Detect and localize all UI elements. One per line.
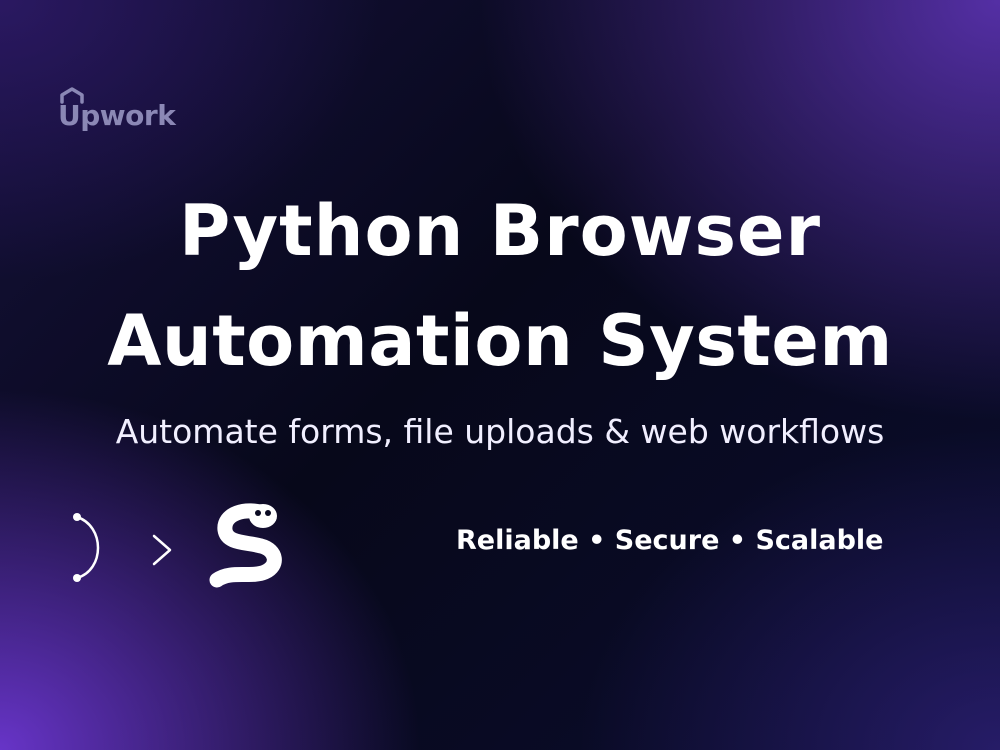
headline-line-1: Python Browser bbox=[178, 190, 822, 272]
subtitle: Automate forms, file uploads & web workf… bbox=[115, 412, 885, 451]
branch-arrow-icon bbox=[0, 513, 172, 582]
upwork-logo-icon bbox=[60, 87, 84, 104]
tagline: Reliable • Secure • Scalable bbox=[456, 525, 884, 556]
upwork-logo: Upwork bbox=[58, 86, 176, 130]
headline-line-2: Automation System bbox=[107, 300, 893, 382]
banner: Upwork Python Browser Automation System … bbox=[0, 0, 1000, 750]
python-snake-icon bbox=[209, 503, 282, 588]
